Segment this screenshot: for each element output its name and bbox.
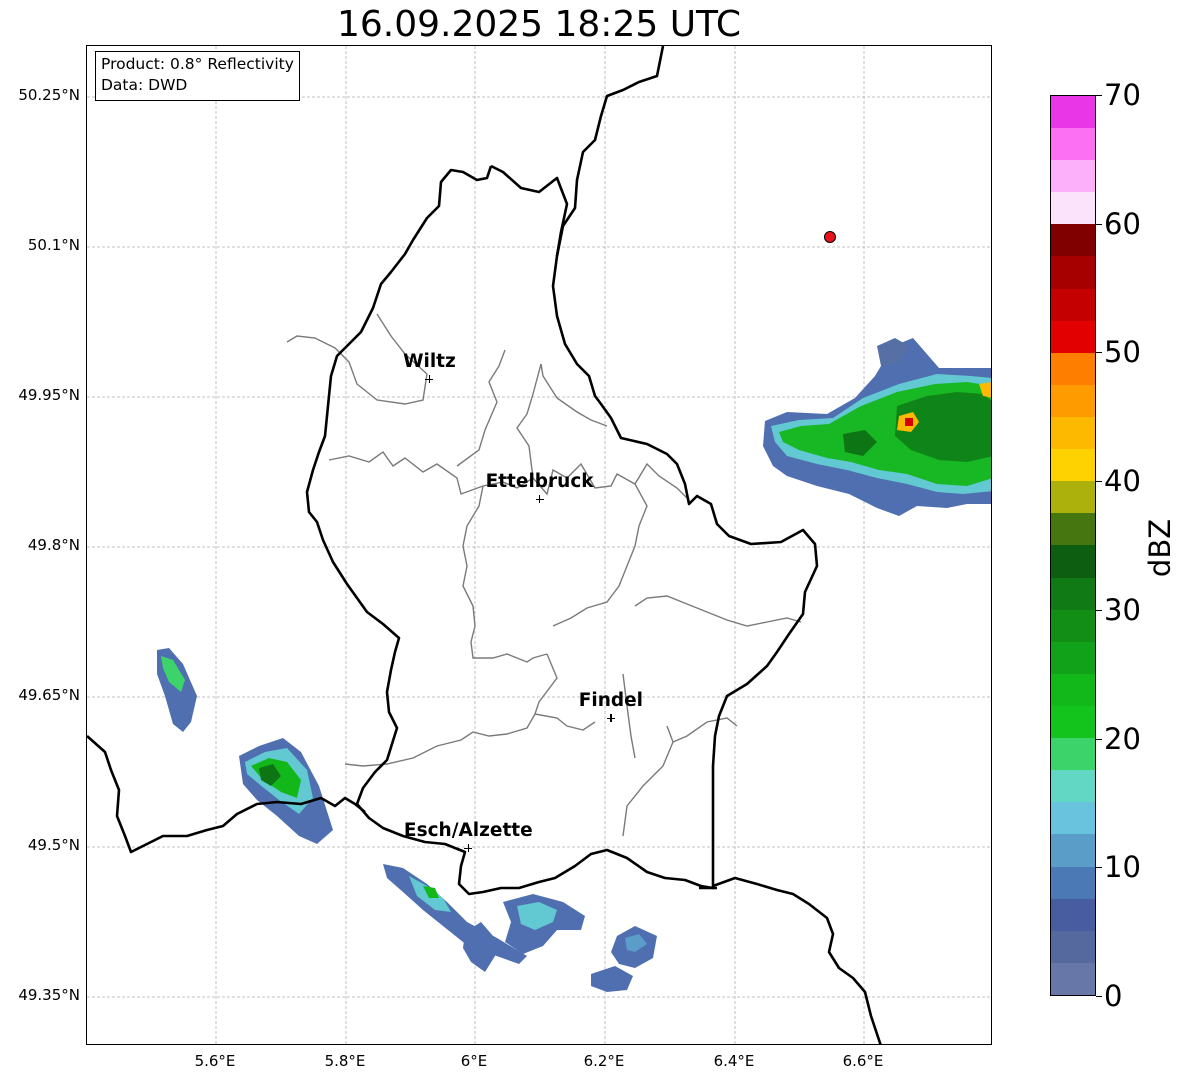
city-label: Ettelbruck (485, 471, 594, 492)
colorbar-tick-mark (1096, 481, 1102, 483)
colorbar-tick-label: 70 (1104, 78, 1141, 112)
colorbar-segment (1051, 513, 1095, 546)
colorbar-segment (1051, 95, 1095, 129)
lat-tick: 49.95°N (18, 386, 80, 404)
colorbar-segment (1051, 706, 1095, 739)
colorbar-segment (1051, 417, 1095, 450)
border-lux-be-fr (305, 165, 715, 896)
lat-tick: 50.1°N (27, 236, 80, 254)
colorbar-tick-label: 20 (1104, 721, 1141, 756)
border-fr-de (712, 876, 882, 1044)
colorbar-segment (1051, 545, 1095, 578)
lon-tick: 5.6°E (194, 1052, 236, 1070)
colorbar-segment (1051, 288, 1095, 321)
colorbar-tick-label: 10 (1104, 850, 1141, 885)
colorbar-segment (1051, 160, 1095, 193)
colorbar-segment (1051, 641, 1095, 674)
map-area[interactable] (86, 45, 992, 1045)
lon-tick: 6°E (460, 1052, 488, 1070)
colorbar-segment (1051, 449, 1095, 482)
colorbar-segment (1051, 577, 1095, 610)
colorbar-tick-label: 50 (1104, 335, 1141, 370)
city-label: Esch/Alzette (403, 820, 533, 841)
colorbar-segment (1051, 609, 1095, 642)
echo-south-5 (591, 966, 633, 992)
colorbar-segment (1051, 224, 1095, 257)
colorbar-tick-label: 60 (1104, 206, 1141, 241)
lon-tick: 6.2°E (583, 1052, 625, 1070)
lat-tick: 49.35°N (18, 986, 80, 1004)
colorbar-segment (1051, 352, 1095, 385)
national-borders (87, 46, 882, 1044)
lat-tick: 49.5°N (27, 836, 80, 854)
colorbar-segment (1051, 256, 1095, 289)
radar-echoes (157, 338, 991, 992)
colorbar-segment (1051, 866, 1095, 899)
colorbar (1050, 95, 1096, 996)
city-label: Wiltz (403, 351, 456, 372)
data-source-label: Data: DWD (101, 76, 188, 94)
lat-tick: 49.65°N (18, 686, 80, 704)
gridlines (87, 46, 991, 1044)
colorbar-segment (1051, 834, 1095, 867)
colorbar-segment (1051, 930, 1095, 963)
colorbar-tick-mark (1096, 996, 1102, 997)
colorbar-tick-mark (1096, 223, 1102, 225)
lat-tick: 49.8°N (27, 536, 80, 554)
colorbar-segment (1051, 192, 1095, 225)
colorbar-segment (1051, 802, 1095, 835)
colorbar-tick-mark (1096, 352, 1102, 354)
map-title: 16.09.2025 18:25 UTC (336, 4, 742, 45)
lon-tick: 6.4°E (713, 1052, 755, 1070)
colorbar-segment (1051, 384, 1095, 418)
radar-site-marker[interactable] (824, 231, 836, 243)
colorbar-segment (1051, 320, 1095, 353)
colorbar-tick-mark (1096, 738, 1102, 740)
colorbar-tick-label: 40 (1104, 464, 1141, 499)
city-marker (425, 375, 434, 383)
colorbar-segment (1051, 962, 1095, 995)
colorbar-segment (1051, 481, 1095, 514)
lon-tick: 6.6°E (842, 1052, 884, 1070)
district-boundaries (286, 313, 802, 837)
border-be-de (555, 46, 665, 257)
city-marker (464, 844, 473, 852)
city-label: Findel (578, 690, 644, 711)
city-marker (606, 714, 615, 722)
lat-tick: 50.25°N (18, 86, 80, 104)
echo-east-red (905, 418, 913, 426)
colorbar-tick-mark (1096, 609, 1102, 611)
colorbar-segment (1051, 738, 1095, 771)
colorbar-segment (1051, 673, 1095, 707)
lon-tick: 5.8°E (324, 1052, 366, 1070)
product-info-box: Product: 0.8° Reflectivity Data: DWD (95, 51, 300, 101)
colorbar-segment (1051, 898, 1095, 931)
colorbar-tick-label: 30 (1104, 592, 1141, 627)
colorbar-segment (1051, 770, 1095, 803)
echo-south-1 (383, 864, 527, 964)
product-label: Product: 0.8° Reflectivity (101, 55, 294, 73)
colorbar-segment (1051, 128, 1095, 161)
city-marker (535, 495, 544, 503)
colorbar-tick-mark (1096, 95, 1102, 96)
colorbar-tick-label: 0 (1104, 979, 1123, 1013)
map-canvas (87, 46, 991, 1044)
border-lux-de (490, 164, 819, 886)
colorbar-unit: dBZ (1143, 518, 1177, 578)
colorbar-tick-mark (1096, 867, 1102, 869)
